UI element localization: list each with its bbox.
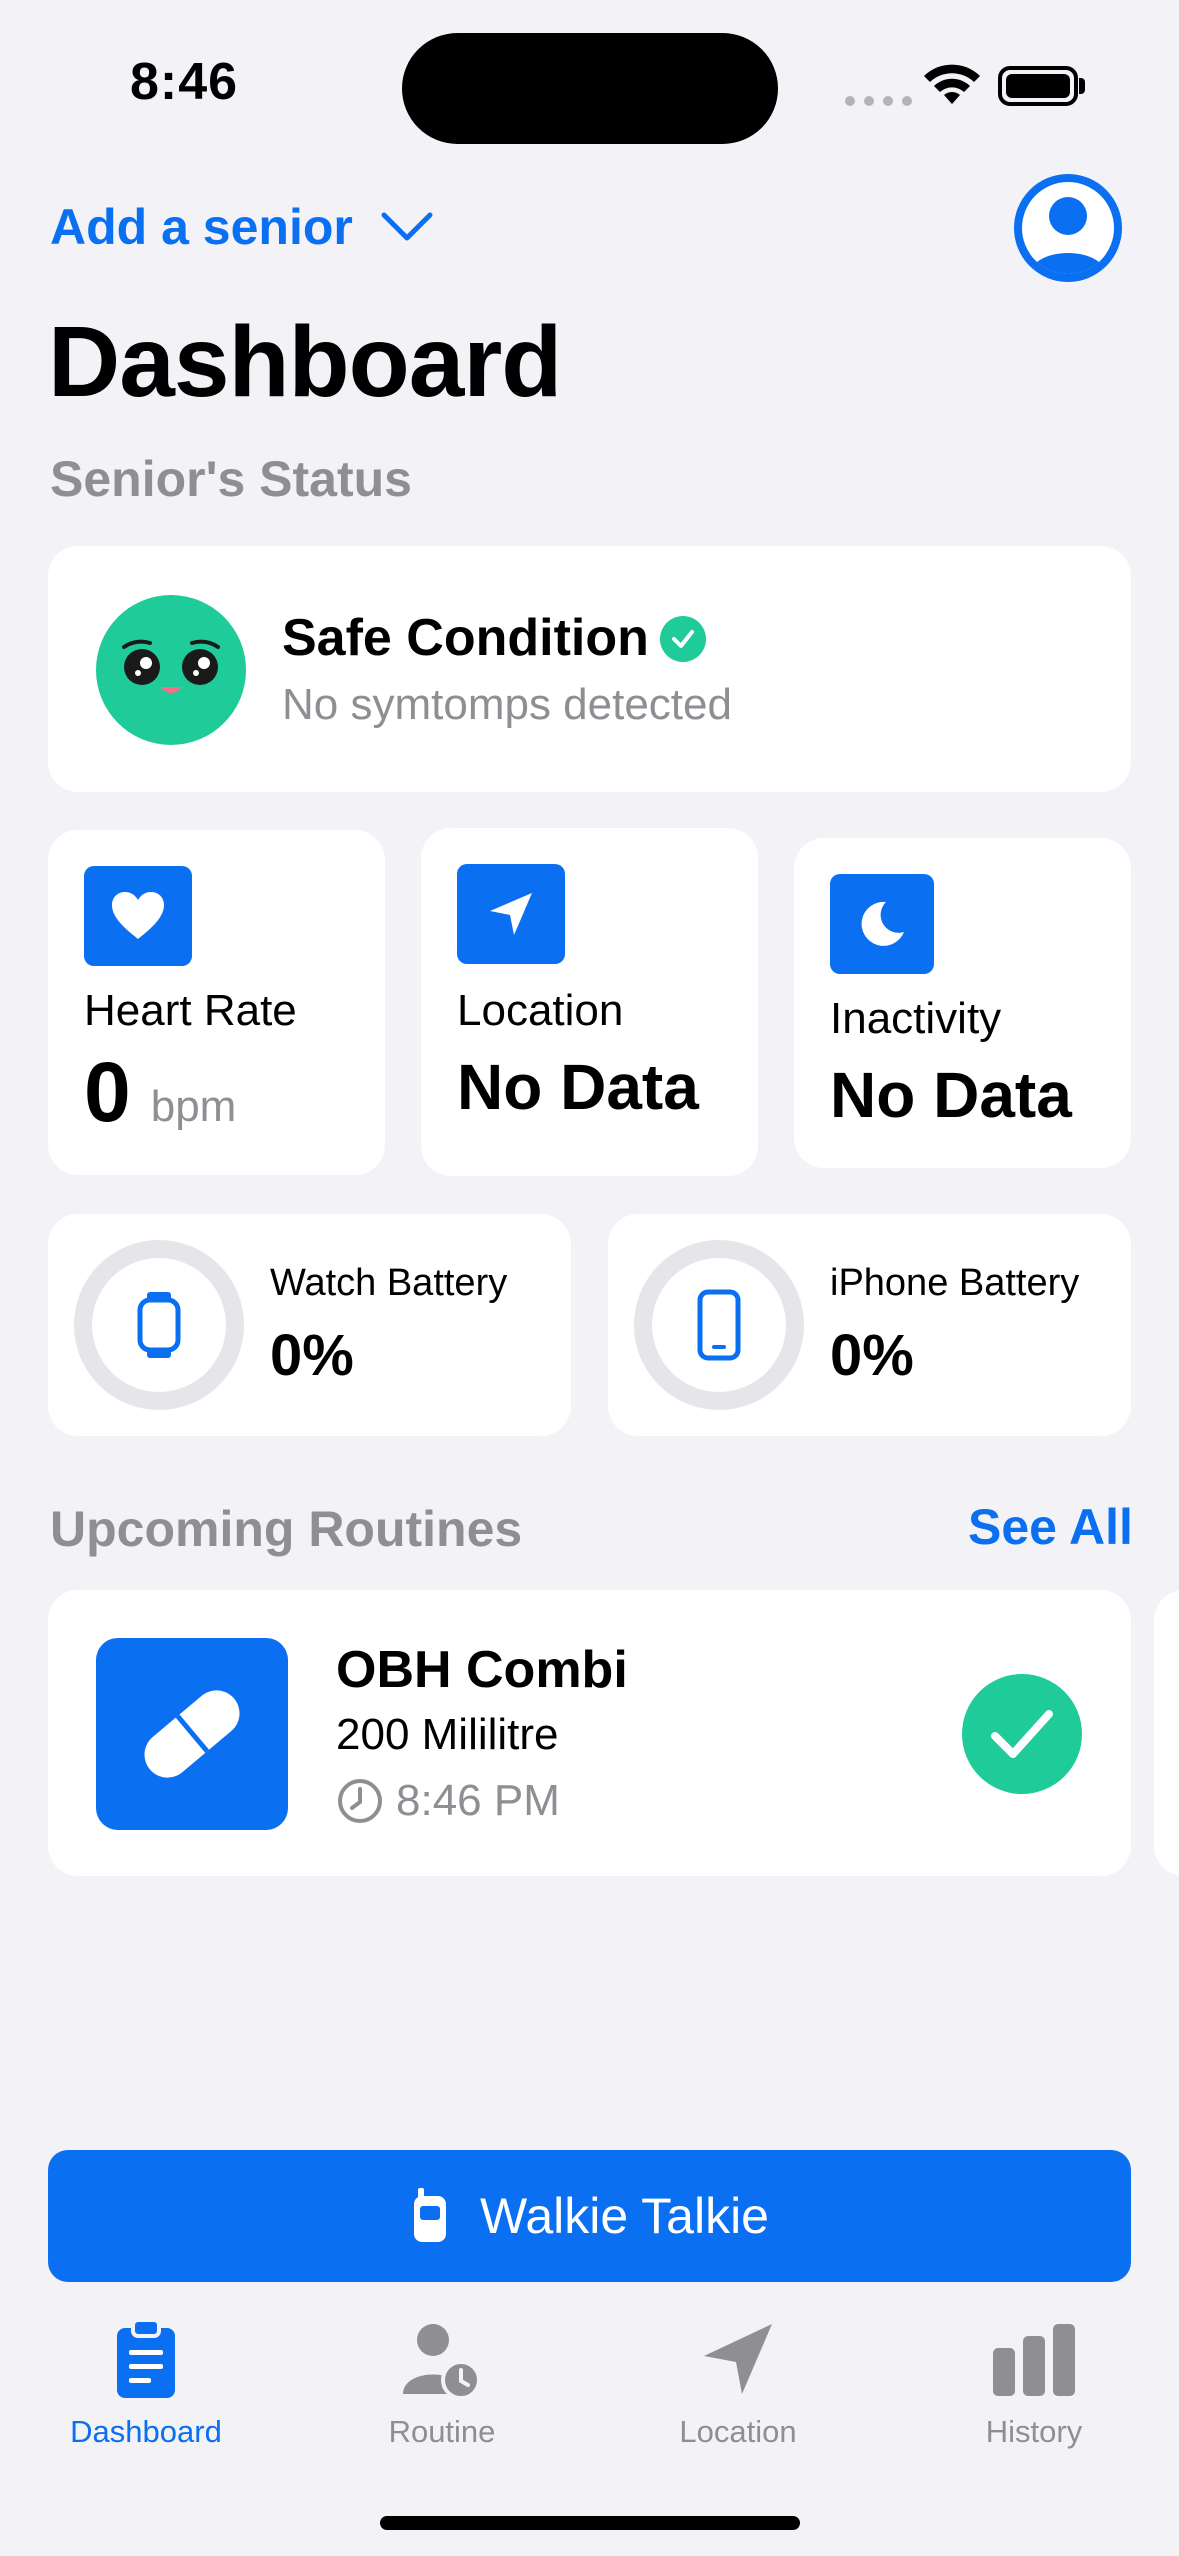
routine-done-button[interactable] [962, 1674, 1082, 1794]
routine-card-next[interactable] [1154, 1590, 1179, 1876]
heart-rate-label: Heart Rate [84, 986, 297, 1035]
checkmark-circle-icon [660, 616, 706, 662]
routine-name: OBH Combi [336, 1641, 628, 1699]
tab-history-label: History [985, 2414, 1083, 2449]
page-title: Dashboard [48, 306, 562, 418]
dynamic-island [402, 33, 778, 144]
clock-icon [338, 1779, 382, 1823]
add-senior-dropdown[interactable]: Add a senior [50, 198, 433, 256]
profile-avatar-button[interactable] [1014, 174, 1122, 282]
iphone-icon [697, 1289, 741, 1361]
iphone-battery-value: 0% [830, 1323, 914, 1388]
battery-icon [998, 66, 1078, 106]
heart-rate-reading: 0 bpm [84, 1044, 236, 1141]
tab-routine[interactable]: Routine [332, 2318, 552, 2450]
watch-battery-ring [74, 1240, 244, 1410]
routine-dose: 200 Mililitre [336, 1710, 559, 1759]
location-arrow-icon [704, 2324, 772, 2394]
watch-battery-card: Watch Battery 0% [48, 1214, 571, 1436]
heart-rate-value: 0 [84, 1045, 131, 1139]
location-value: No Data [457, 1051, 699, 1123]
walkie-talkie-icon [414, 2188, 446, 2242]
iphone-battery-card: iPhone Battery 0% [608, 1214, 1131, 1436]
inactivity-card[interactable]: Inactivity No Data [794, 838, 1131, 1168]
add-senior-label: Add a senior [50, 199, 353, 255]
wifi-icon [924, 64, 980, 104]
iphone-battery-ring [634, 1240, 804, 1410]
chevron-down-icon [381, 212, 433, 241]
cellular-signal-icon [845, 96, 912, 106]
routine-time-row: 8:46 PM [336, 1776, 560, 1826]
watch-battery-value: 0% [270, 1323, 354, 1388]
home-indicator [380, 2516, 800, 2530]
tab-dashboard[interactable]: Dashboard [36, 2318, 256, 2450]
heart-rate-card[interactable]: Heart Rate 0 bpm [48, 830, 385, 1175]
smiling-face-icon [96, 595, 246, 745]
moon-icon [830, 874, 934, 974]
see-all-link[interactable]: See All [968, 1498, 1133, 1556]
heart-rate-unit: bpm [150, 1082, 237, 1131]
location-card[interactable]: Location No Data [421, 828, 758, 1176]
checkmark-icon [991, 1710, 1053, 1758]
routine-time: 8:46 PM [396, 1776, 560, 1825]
iphone-battery-label: iPhone Battery [830, 1262, 1080, 1304]
clipboard-icon [117, 2318, 175, 2398]
condition-subtitle: No symtomps detected [282, 680, 732, 729]
location-label: Location [457, 986, 624, 1035]
battery-tip [1079, 78, 1085, 94]
tab-location-label: Location [679, 2414, 797, 2449]
pill-icon [96, 1638, 288, 1830]
bar-chart-icon [993, 2324, 1075, 2396]
person-clock-icon [403, 2324, 481, 2400]
inactivity-value: No Data [830, 1059, 1072, 1131]
tab-routine-label: Routine [388, 2414, 496, 2449]
walkie-talkie-label: Walkie Talkie [480, 2188, 769, 2244]
inactivity-label: Inactivity [830, 994, 1002, 1043]
heart-icon [84, 866, 192, 966]
upcoming-routines-heading: Upcoming Routines [50, 1501, 523, 1557]
watch-battery-label: Watch Battery [270, 1262, 508, 1304]
tab-dashboard-label: Dashboard [70, 2414, 222, 2449]
senior-status-heading: Senior's Status [50, 451, 412, 507]
walkie-talkie-button[interactable]: Walkie Talkie [48, 2150, 1131, 2282]
location-arrow-icon [457, 864, 565, 964]
condition-title: Safe Condition [282, 609, 649, 667]
status-time: 8:46 [130, 53, 239, 111]
tab-history[interactable]: History [924, 2318, 1144, 2450]
person-icon [1030, 197, 1106, 274]
tab-location[interactable]: Location [628, 2318, 848, 2450]
watch-icon [137, 1292, 181, 1358]
